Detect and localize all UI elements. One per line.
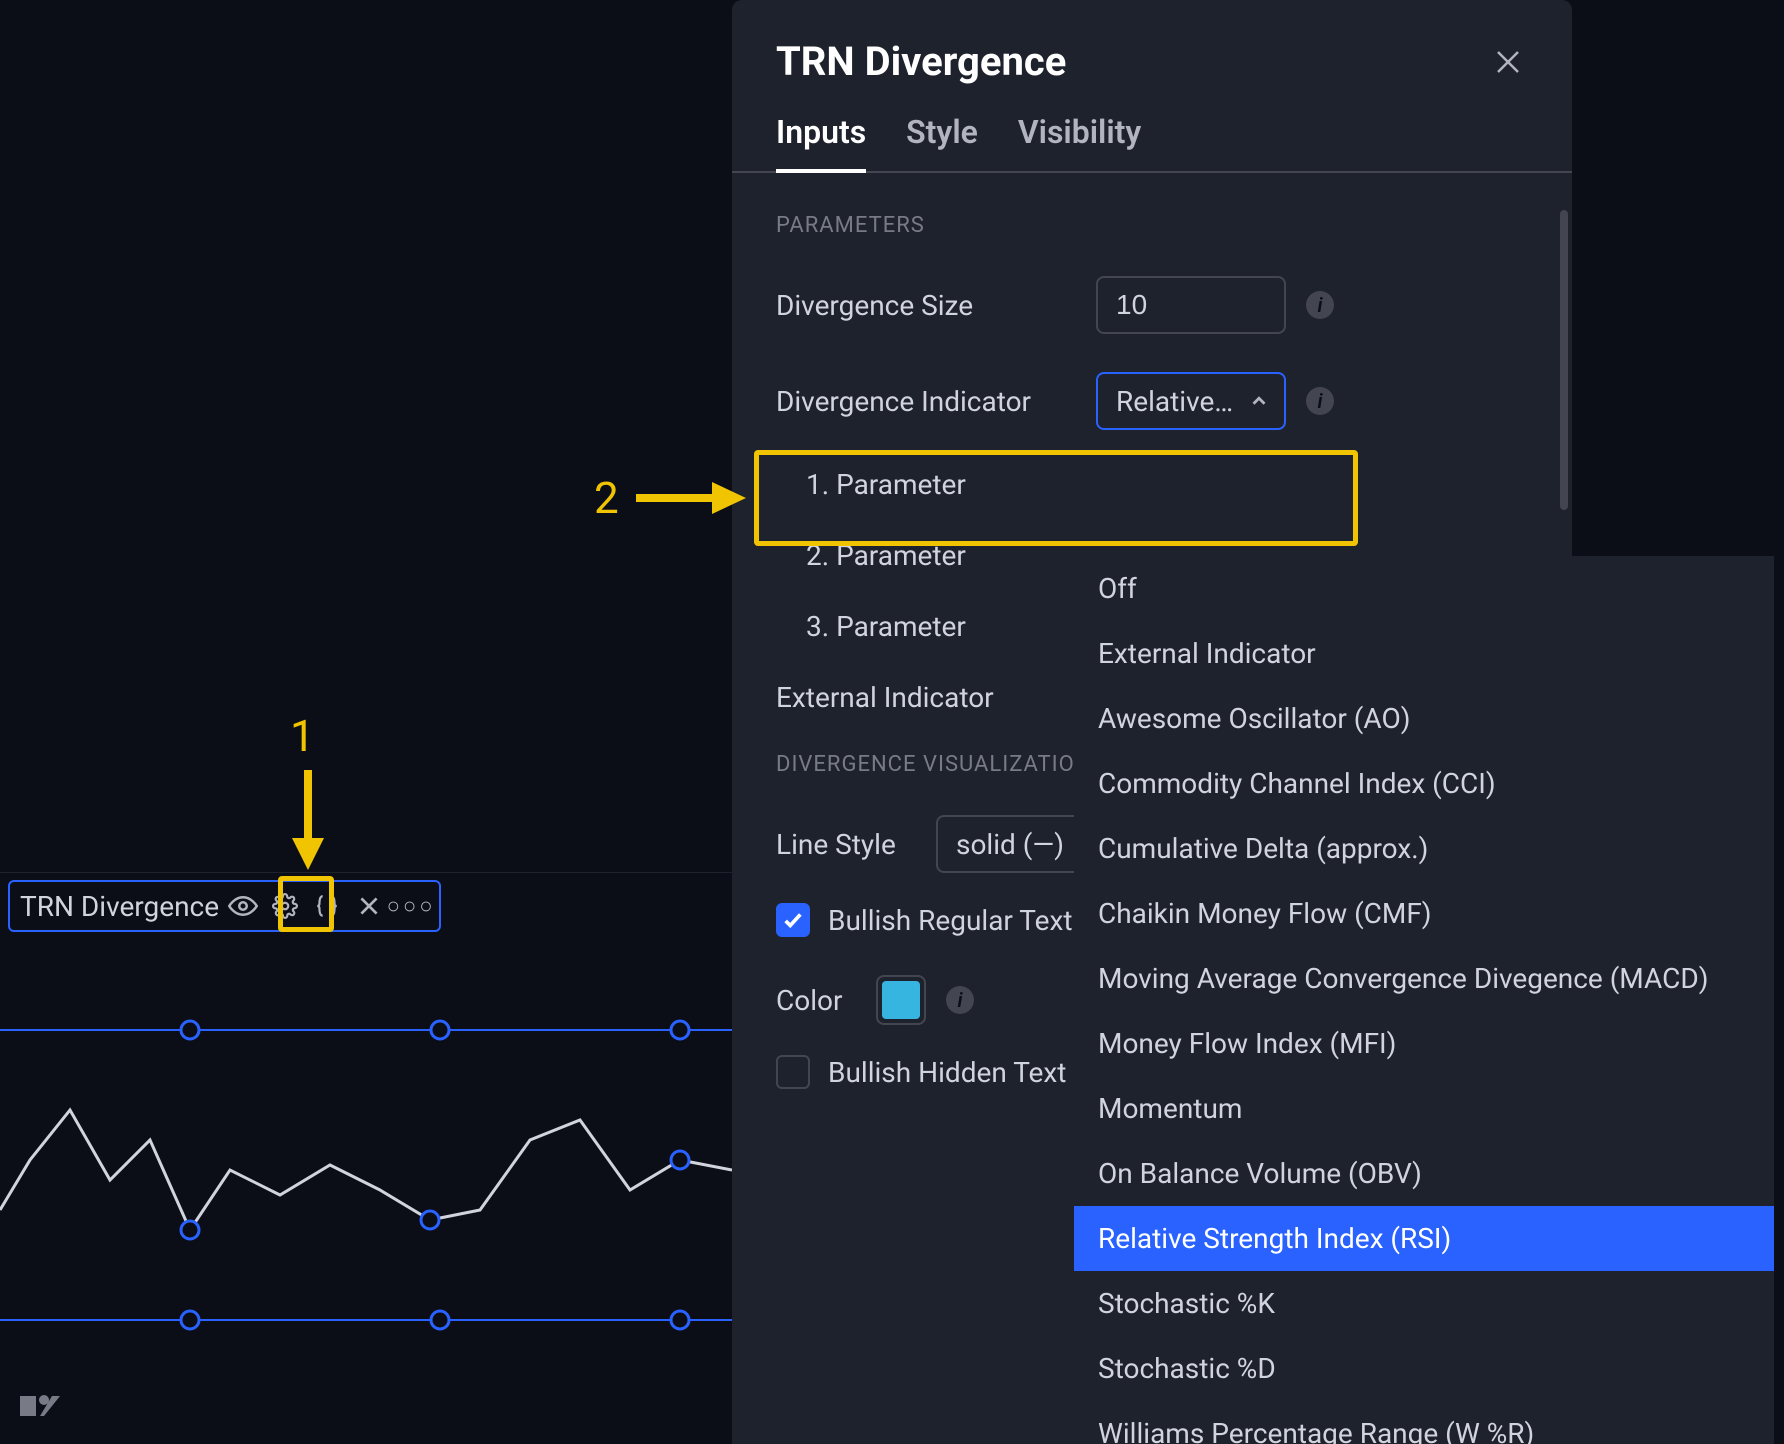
dropdown-item[interactable]: Cumulative Delta (approx.) (1074, 816, 1774, 881)
dropdown-item[interactable]: Stochastic %D (1074, 1336, 1774, 1401)
dialog-close-button[interactable] (1488, 42, 1528, 82)
color-picker[interactable] (876, 975, 926, 1025)
arrow-icon (288, 770, 328, 870)
info-icon[interactable]: i (1306, 291, 1334, 319)
label-param2: 2. Parameter (776, 539, 1076, 572)
callout-label-2: 2 (594, 472, 619, 524)
select-value: Relative… (1116, 385, 1233, 418)
info-icon[interactable]: i (1306, 387, 1334, 415)
dropdown-item[interactable]: On Balance Volume (OBV) (1074, 1141, 1774, 1206)
indicator-legend-title: TRN Divergence (20, 890, 219, 923)
dropdown-item[interactable]: Chaikin Money Flow (CMF) (1074, 881, 1774, 946)
indicator-upper-line (0, 1010, 732, 1050)
tab-style[interactable]: Style (906, 113, 978, 171)
label-line-style: Line Style (776, 828, 916, 861)
more-icon[interactable]: ○○○ (393, 888, 429, 924)
callout-label-1: 1 (290, 710, 315, 762)
label-external-indicator: External Indicator (776, 681, 1076, 714)
select-divergence-indicator[interactable]: Relative… (1096, 372, 1286, 430)
gear-icon[interactable] (267, 888, 303, 924)
label-param1: 1. Parameter (776, 468, 1076, 501)
chart-panel (0, 0, 732, 1444)
select-value: solid (—) (956, 828, 1064, 861)
checkbox-bullish-hidden[interactable] (776, 1055, 810, 1089)
dropdown-item[interactable]: Stochastic %K (1074, 1271, 1774, 1336)
panel-divider (0, 872, 732, 873)
indicator-legend[interactable]: TRN Divergence ○○○ (8, 880, 441, 932)
scrollbar[interactable] (1560, 210, 1568, 510)
label-divergence-size: Divergence Size (776, 289, 1076, 322)
dialog-title: TRN Divergence (776, 38, 1066, 85)
tab-visibility[interactable]: Visibility (1018, 113, 1141, 171)
row-param1: 1. Parameter (776, 468, 1528, 501)
dropdown-item-selected[interactable]: Relative Strength Index (RSI) (1074, 1206, 1774, 1271)
indicator-oscillator-line (0, 1060, 732, 1260)
label-color: Color (776, 984, 856, 1017)
visibility-icon[interactable] (225, 888, 261, 924)
checkbox-bullish-regular[interactable] (776, 903, 810, 937)
tab-inputs[interactable]: Inputs (776, 113, 866, 173)
dialog-header: TRN Divergence (732, 0, 1572, 113)
label-bullish-hidden: Bullish Hidden Text (828, 1056, 1066, 1089)
info-icon[interactable]: i (946, 986, 974, 1014)
dropdown-item[interactable]: Williams Percentage Range (W %R) (1074, 1401, 1774, 1444)
label-divergence-indicator: Divergence Indicator (776, 385, 1076, 418)
dialog-tabs: Inputs Style Visibility (732, 113, 1572, 173)
dropdown-item[interactable]: Commodity Channel Index (CCI) (1074, 751, 1774, 816)
close-icon[interactable] (351, 888, 387, 924)
dropdown-item[interactable]: Off (1074, 556, 1774, 621)
chevron-up-icon (1248, 390, 1270, 412)
row-divergence-size: Divergence Size i (776, 276, 1528, 334)
dropdown-menu: Off External Indicator Awesome Oscillato… (1074, 556, 1774, 1444)
color-swatch (882, 981, 920, 1019)
dropdown-item[interactable]: Awesome Oscillator (AO) (1074, 686, 1774, 751)
label-param3: 3. Parameter (776, 610, 1076, 643)
label-bullish-regular: Bullish Regular Text (828, 904, 1073, 937)
tradingview-logo (20, 1384, 60, 1424)
dropdown-item[interactable]: Momentum (1074, 1076, 1774, 1141)
section-parameters: PARAMETERS (776, 213, 1528, 238)
row-divergence-indicator: Divergence Indicator Relative… i (776, 372, 1528, 430)
dropdown-item[interactable]: Money Flow Index (MFI) (1074, 1011, 1774, 1076)
dropdown-item[interactable]: Moving Average Convergence Divegence (MA… (1074, 946, 1774, 1011)
source-code-icon[interactable] (309, 888, 345, 924)
input-divergence-size[interactable] (1096, 276, 1286, 334)
dropdown-item[interactable]: External Indicator (1074, 621, 1774, 686)
indicator-lower-line (0, 1300, 732, 1340)
arrow-icon (636, 478, 746, 518)
